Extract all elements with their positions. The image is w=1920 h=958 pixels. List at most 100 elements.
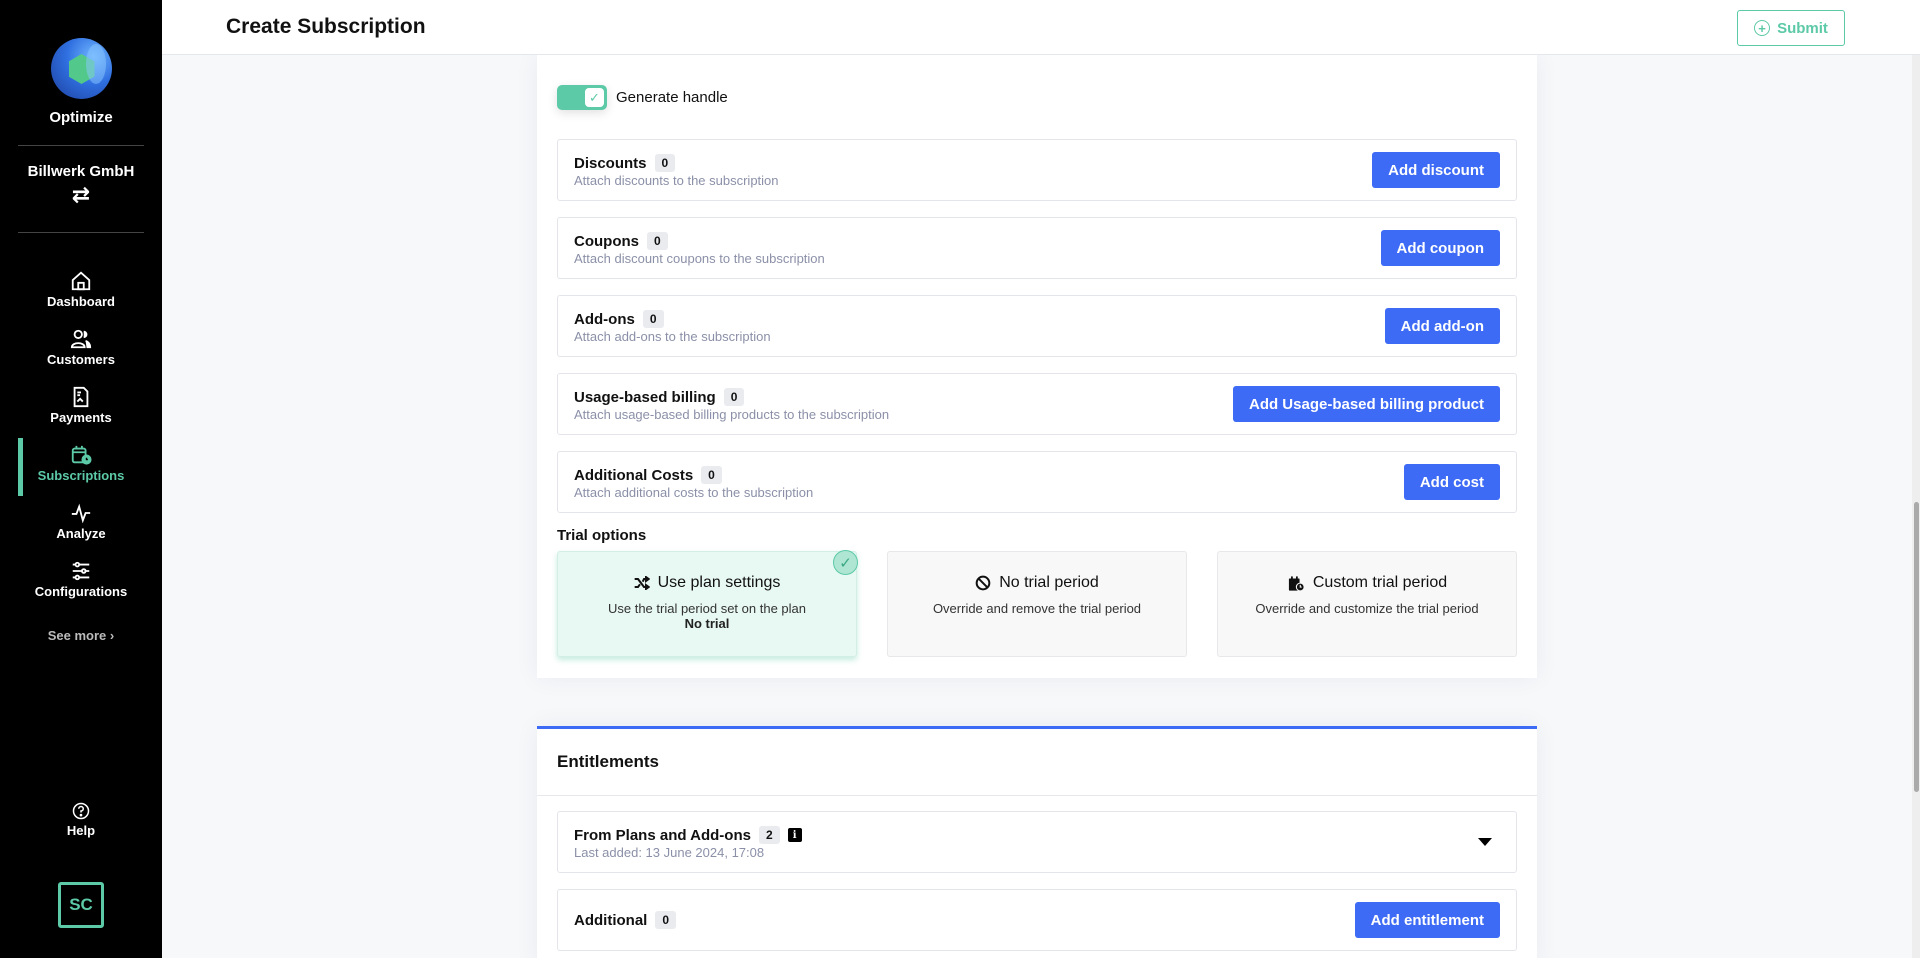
trial-option-custom-trial[interactable]: Custom trial period Override and customi… <box>1217 551 1517 657</box>
additional-costs-row: Additional Costs 0 Attach additional cost… <box>557 451 1517 513</box>
coupons-row: Coupons 0 Attach discount coupons to the … <box>557 217 1517 279</box>
last-added-text: Last added: 13 June 2024, 17:08 <box>574 845 765 860</box>
shuffle-icon <box>634 576 650 590</box>
organization-name: Billwerk GmbH <box>27 163 135 180</box>
count-badge: 0 <box>654 154 676 172</box>
document-icon <box>73 386 89 408</box>
sidebar-item-label: Analyze <box>56 526 106 541</box>
generate-handle-row: ✓ Generate handle <box>557 85 728 110</box>
swap-arrows-icon[interactable]: ⇄ <box>0 184 162 206</box>
optimize-logo-icon <box>50 38 112 99</box>
sidebar-item-label: Subscriptions <box>37 468 125 483</box>
plus-circle-icon: + <box>1754 20 1771 36</box>
see-more-link[interactable]: See more › <box>0 628 162 643</box>
row-subtitle: Attach usage-based billing products to t… <box>574 407 890 422</box>
count-badge: 0 <box>655 911 677 929</box>
trial-option-description: Use the trial period set on the plan <box>607 601 806 616</box>
sidebar-nav: Dashboard Customers Payments Subscriptio… <box>0 268 162 616</box>
sidebar-item-payments[interactable]: Payments <box>0 384 162 442</box>
check-icon: ✓ <box>585 88 604 107</box>
trial-option-title: Custom trial period <box>1312 574 1448 591</box>
sidebar-item-label: Customers <box>47 352 115 367</box>
help-link[interactable]: Help <box>0 802 162 838</box>
sidebar-item-label: Payments <box>50 410 112 425</box>
scrollbar-thumb[interactable] <box>1914 502 1919 792</box>
pulse-icon <box>71 503 91 524</box>
chevron-right-icon: › <box>109 628 115 643</box>
submit-button[interactable]: + Submit <box>1737 10 1845 46</box>
add-usage-based-billing-button[interactable]: Add Usage-based billing product <box>1232 386 1500 422</box>
ban-icon <box>975 575 991 591</box>
sidebar-item-dashboard[interactable]: Dashboard <box>0 268 162 326</box>
from-plans-row[interactable]: From Plans and Add-ons 2 i Last added: 1… <box>557 811 1517 873</box>
row-title: Usage-based billing <box>574 388 716 406</box>
row-title: Additional Costs <box>574 466 694 484</box>
trial-option-description: Override and customize the trial period <box>1255 601 1479 616</box>
row-title: Add-ons <box>574 310 635 328</box>
sidebar: Optimize Billwerk GmbH ⇄ Dashboard Custo… <box>0 0 162 958</box>
count-badge: 0 <box>642 310 664 328</box>
page-header: Create Subscription + Submit <box>162 0 1920 55</box>
sliders-icon <box>72 561 90 581</box>
brand-name: Optimize <box>49 109 113 126</box>
row-title: Additional <box>574 911 648 929</box>
home-icon <box>71 271 91 291</box>
discounts-row: Discounts 0 Attach discounts to the subsc… <box>557 139 1517 201</box>
sidebar-item-analyze[interactable]: Analyze <box>0 500 162 558</box>
addons-row: Add-ons 0 Attach add-ons to the subscript… <box>557 295 1517 357</box>
add-addon-button[interactable]: Add add-on <box>1384 308 1500 344</box>
scrollbar[interactable] <box>1912 55 1920 958</box>
subscription-options-panel: ✓ Generate handle Discounts 0 Attach disc… <box>537 55 1537 678</box>
help-label: Help <box>66 823 96 838</box>
users-icon <box>70 329 92 349</box>
question-circle-icon <box>72 802 90 820</box>
page-title: Create Subscription <box>226 15 426 38</box>
calendar-clock-icon <box>71 445 92 465</box>
trial-option-no-trial[interactable]: No trial period Override and remove the … <box>887 551 1187 657</box>
trial-option-description: Override and remove the trial period <box>932 601 1142 616</box>
add-discount-button[interactable]: Add discount <box>1372 152 1500 188</box>
sidebar-item-configurations[interactable]: Configurations <box>0 558 162 616</box>
row-subtitle: Attach add-ons to the subscription <box>574 329 771 344</box>
generate-handle-toggle[interactable]: ✓ <box>557 85 607 110</box>
generate-handle-label: Generate handle <box>616 89 728 106</box>
submit-label: Submit <box>1777 19 1828 37</box>
brand[interactable]: Optimize <box>0 38 162 126</box>
trial-option-title: No trial period <box>999 574 1099 591</box>
add-entitlement-button[interactable]: Add entitlement <box>1354 902 1500 938</box>
add-cost-button[interactable]: Add cost <box>1403 464 1500 500</box>
count-badge: 2 <box>758 826 780 844</box>
count-badge: 0 <box>723 388 745 406</box>
user-avatar[interactable]: SC <box>58 882 104 928</box>
trial-options-label: Trial options <box>557 527 647 544</box>
entitlements-title: Entitlements <box>557 752 660 771</box>
row-title: Coupons <box>574 232 639 250</box>
calendar-clock-icon <box>1288 575 1305 591</box>
row-title: Discounts <box>574 154 647 172</box>
usage-based-billing-row: Usage-based billing 0 Attach usage-based … <box>557 373 1517 435</box>
entitlements-panel: Entitlements From Plans and Add-ons 2 i … <box>537 726 1537 958</box>
add-coupon-button[interactable]: Add coupon <box>1380 230 1500 266</box>
organization-switcher[interactable]: Billwerk GmbH ⇄ <box>0 163 162 206</box>
sidebar-item-label: Dashboard <box>47 294 115 309</box>
sidebar-item-customers[interactable]: Customers <box>0 326 162 384</box>
sidebar-item-subscriptions[interactable]: Subscriptions <box>0 438 162 500</box>
see-more-label: See more <box>47 628 107 643</box>
trial-option-title: Use plan settings <box>657 574 781 591</box>
sidebar-divider <box>18 232 144 233</box>
trial-option-use-plan-settings[interactable]: ✓ Use plan settings Use the trial period… <box>557 550 858 657</box>
count-badge: 0 <box>647 232 668 250</box>
row-subtitle: Attach discounts to the subscription <box>574 173 779 188</box>
row-subtitle: Attach discount coupons to the subscript… <box>574 251 825 266</box>
divider <box>537 795 1537 796</box>
caret-down-icon[interactable] <box>1478 838 1492 846</box>
trial-option-detail: No trial <box>684 616 730 631</box>
info-icon[interactable]: i <box>787 828 802 842</box>
row-title: From Plans and Add-ons <box>574 826 751 844</box>
count-badge: 0 <box>701 466 722 484</box>
sidebar-item-label: Configurations <box>34 584 128 599</box>
additional-entitlements-row: Additional 0 Add entitlement <box>557 889 1517 951</box>
row-subtitle: Attach additional costs to the subscript… <box>574 485 814 500</box>
sidebar-divider <box>18 145 144 146</box>
selected-check-icon: ✓ <box>833 550 858 575</box>
